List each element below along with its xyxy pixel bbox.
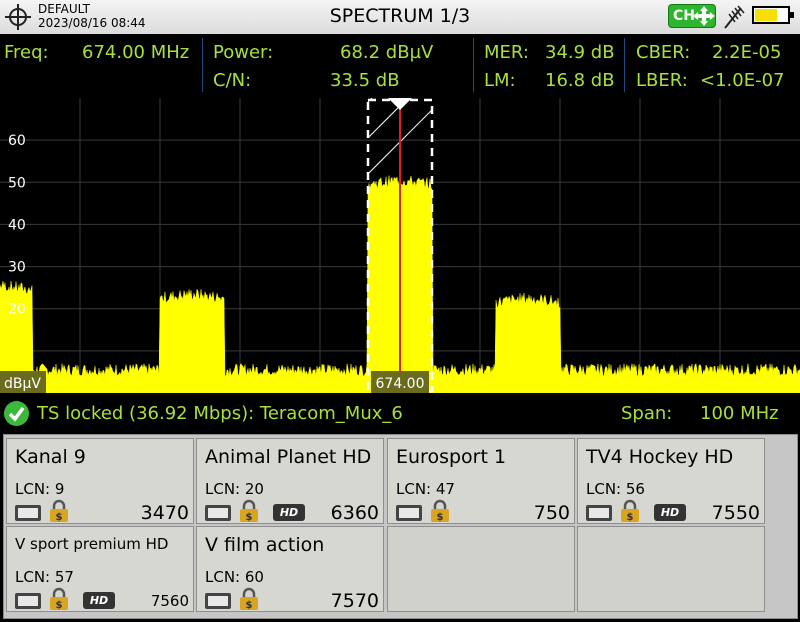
service-lcn: LCN: 47 xyxy=(396,480,455,498)
lock-icon: $ xyxy=(49,499,69,523)
check-icon xyxy=(4,401,29,426)
service-cell[interactable]: V film action LCN: 60 $7570 xyxy=(196,526,384,612)
service-id: 7550 xyxy=(711,502,760,524)
service-cell[interactable]: Animal Planet HD LCN: 20 $ HD 6360 xyxy=(196,438,384,524)
service-id: 7570 xyxy=(330,590,379,612)
hd-badge: HD xyxy=(83,592,115,609)
lber-label: LBER: xyxy=(636,70,688,91)
battery-tip xyxy=(790,12,794,18)
service-name: V sport premium HD xyxy=(15,535,169,553)
freq-label: Freq: xyxy=(4,42,49,63)
antenna-icon xyxy=(724,5,745,29)
battery-icon xyxy=(752,6,794,24)
y-tick-label: 20 xyxy=(8,302,26,318)
service-cell[interactable]: TV4 Hockey HD LCN: 56 $ HD 7550 xyxy=(577,438,765,524)
marker-triangle-icon xyxy=(388,98,412,110)
divider xyxy=(202,38,203,92)
span-value[interactable]: 100 MHz xyxy=(700,403,779,424)
tv-icon xyxy=(205,505,231,521)
title-bar: DEFAULT 2023/08/16 08:44 SPECTRUM 1/3 CH xyxy=(0,0,800,34)
spectrum-plot[interactable]: 20 30 40 50 60 dBµV 674.00 xyxy=(0,98,800,393)
ts-status: TS locked (36.92 Mbps): Teracom_Mux_6 xyxy=(37,403,403,424)
hd-badge: HD xyxy=(273,504,305,521)
power-label: Power: xyxy=(213,42,274,63)
battery-fill xyxy=(755,9,777,21)
service-name: Kanal 9 xyxy=(15,446,86,468)
cn-label: C/N: xyxy=(213,70,252,91)
y-tick-label: 40 xyxy=(8,217,26,233)
lm-label: LM: xyxy=(484,70,516,91)
marker-freq-label: 674.00 xyxy=(376,376,425,392)
service-lcn: LCN: 57 xyxy=(15,568,74,586)
tv-icon xyxy=(15,593,41,609)
power-value: 68.2 dBµV xyxy=(340,42,434,63)
service-lcn: LCN: 56 xyxy=(586,480,645,498)
mer-value: 34.9 dB xyxy=(545,42,615,63)
y-tick-label: 30 xyxy=(8,260,26,276)
service-name: Animal Planet HD xyxy=(205,446,372,468)
ch-button[interactable]: CH xyxy=(668,4,716,28)
lock-icon: $ xyxy=(430,499,450,523)
svg-text:$: $ xyxy=(627,512,634,523)
span-label: Span: xyxy=(621,403,673,424)
cber-label: CBER: xyxy=(636,42,691,63)
service-lcn: LCN: 20 xyxy=(205,480,264,498)
lock-icon: $ xyxy=(239,499,259,523)
empty-service-cell xyxy=(387,526,575,612)
lock-icon: $ xyxy=(239,587,259,611)
lber-value: <1.0E-07 xyxy=(700,70,785,91)
service-cell[interactable]: V sport premium HD LCN: 57 $ HD 7560 xyxy=(6,526,194,612)
y-unit-label: dBµV xyxy=(4,376,41,392)
divider xyxy=(473,38,474,92)
tv-icon xyxy=(396,505,422,521)
service-name: V film action xyxy=(205,534,325,556)
service-lcn: LCN: 9 xyxy=(15,480,65,498)
tv-icon xyxy=(586,505,612,521)
service-lcn: LCN: 60 xyxy=(205,568,264,586)
mer-label: MER: xyxy=(484,42,529,63)
service-grid: Kanal 9 LCN: 9 $3470 Animal Planet HD LCN: 2… xyxy=(3,434,798,619)
svg-text:$: $ xyxy=(246,512,253,523)
lock-icon: $ xyxy=(49,587,69,611)
service-cell[interactable]: Eurosport 1 LCN: 47 $750 xyxy=(387,438,575,524)
svg-text:$: $ xyxy=(56,600,63,611)
service-id: 3470 xyxy=(140,502,189,524)
svg-text:$: $ xyxy=(437,512,444,523)
lock-icon: $ xyxy=(620,499,640,523)
svg-text:$: $ xyxy=(246,600,253,611)
cn-value: 33.5 dB xyxy=(330,70,400,91)
cber-value: 2.2E-05 xyxy=(712,42,782,63)
ch-move-icon xyxy=(693,6,715,26)
service-id: 6360 xyxy=(330,502,379,524)
y-tick-label: 50 xyxy=(8,175,26,191)
service-name: Eurosport 1 xyxy=(396,446,507,468)
freq-value: 674.00 MHz xyxy=(82,42,190,63)
service-name: TV4 Hockey HD xyxy=(586,446,734,468)
service-cell[interactable]: Kanal 9 LCN: 9 $3470 xyxy=(6,438,194,524)
divider xyxy=(624,38,625,92)
empty-service-cell xyxy=(577,526,765,612)
tv-icon xyxy=(205,593,231,609)
svg-text:$: $ xyxy=(56,512,63,523)
ch-label: CH xyxy=(673,8,695,24)
tv-icon xyxy=(15,505,41,521)
hd-badge: HD xyxy=(654,504,686,521)
service-id: 750 xyxy=(533,502,570,524)
status-bar: TS locked (36.92 Mbps): Teracom_Mux_6 Sp… xyxy=(0,396,800,430)
measurement-panel: Freq: 674.00 MHz Power: 68.2 dBµV C/N: 3… xyxy=(0,34,800,98)
lm-value: 16.8 dB xyxy=(545,70,615,91)
y-tick-label: 60 xyxy=(8,133,26,149)
service-id: 7560 xyxy=(150,592,189,610)
